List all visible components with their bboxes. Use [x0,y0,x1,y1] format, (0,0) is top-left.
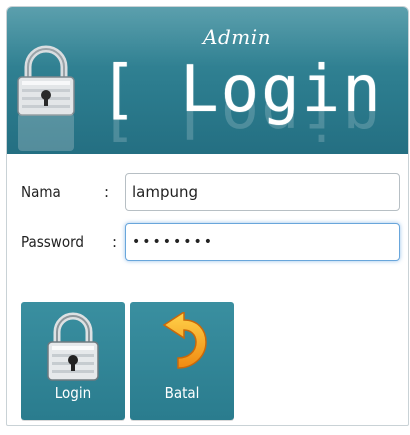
password-label: Password [21,233,84,251]
password-colon: : [112,233,118,251]
undo-arrow-icon [162,312,207,369]
login-header: Admin [ Login ] [ Login ] [7,7,408,154]
nama-input[interactable] [125,173,400,211]
password-input[interactable] [125,223,400,261]
login-button-label: Login [54,384,92,402]
nama-row: Nama : [7,173,408,213]
login-panel: Admin [ Login ] [ Login ] Nama : Passwor… [6,6,409,426]
nama-colon: : [104,183,110,201]
login-button[interactable]: Login [21,302,125,420]
padlock-icon [17,45,75,116]
padlock-reflection-icon [18,113,74,151]
nama-label: Nama [21,183,61,201]
password-row: Password : [7,223,408,263]
padlock-icon [47,312,99,381]
batal-button-label: Batal [164,384,200,402]
header-subtitle: Admin [203,25,271,49]
header-title-reflection: [ Login ] [99,103,408,151]
batal-button[interactable]: Batal [130,302,234,420]
